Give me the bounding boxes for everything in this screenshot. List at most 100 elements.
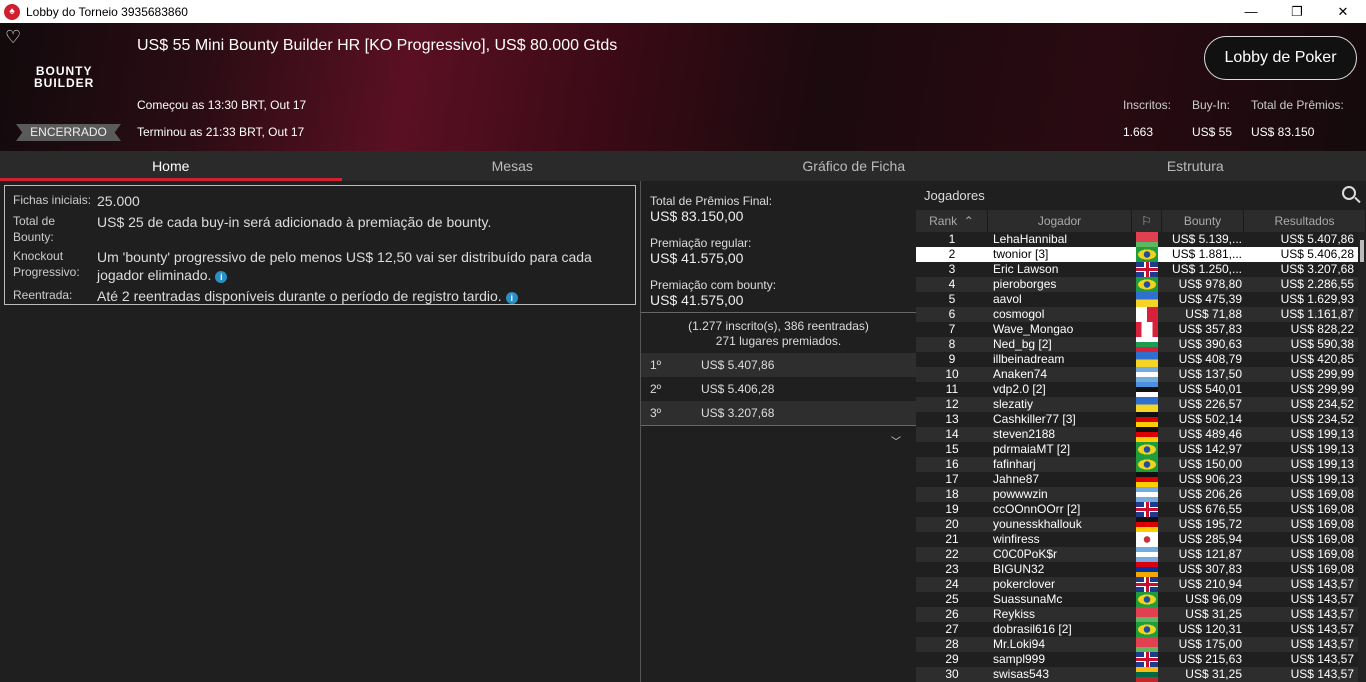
column-results[interactable]: Resultados [1244,210,1366,232]
player-name-cell: ccOOnnOOrr [2] [993,502,1081,516]
flag-br-icon [1136,457,1158,472]
rank-cell: 2 [948,247,956,261]
rank-cell: 8 [948,337,956,351]
table-row[interactable]: 20 younesskhallouk US$ 195,72 US$ 169,08 [916,517,1366,532]
rank-cell: 26 [945,607,959,621]
bounty-cell: US$ 150,00 [1178,457,1242,471]
info-value: 25.000 [97,193,140,209]
flag-br-icon [1136,247,1158,262]
bounty-cell: US$ 357,83 [1178,322,1242,336]
column-bounty[interactable]: Bounty [1162,210,1244,232]
search-icon[interactable] [1342,186,1356,200]
table-row[interactable]: 18 powwwzin US$ 206,26 US$ 169,08 [916,487,1366,502]
table-row[interactable]: 25 SuassunaMc US$ 96,09 US$ 143,57 [916,592,1366,607]
scrollbar[interactable] [1358,232,1366,682]
rank-cell: 30 [945,667,959,681]
window-title: Lobby do Torneio 3935683860 [26,4,188,19]
players-table-header: Rank ⌃ Jogador ⚐ Bounty Resultados [916,210,1366,232]
expand-chevron-icon[interactable]: ﹀ [891,433,901,448]
table-row[interactable]: 4 pieroborges US$ 978,80 US$ 2.286,55 [916,277,1366,292]
player-name-cell: Ned_bg [2] [993,337,1052,351]
flag-ar-icon [1136,487,1158,502]
result-cell: US$ 143,57 [1290,607,1354,621]
pokerstars-logo-icon: ♠ [4,3,20,20]
rank-cell: 15 [945,442,959,456]
status-badge: ENCERRADO [16,124,121,141]
tab-tables[interactable]: Mesas [342,151,684,181]
table-row[interactable]: 6 cosmogol US$ 71,88 US$ 1.161,87 [916,307,1366,322]
bounty-cell: US$ 137,50 [1178,367,1242,381]
table-row[interactable]: 24 pokerclover US$ 210,94 US$ 143,57 [916,577,1366,592]
table-row[interactable]: 11 vdp2.0 [2] US$ 540,01 US$ 299,99 [916,382,1366,397]
table-row[interactable]: 26 Reykiss US$ 31,25 US$ 143,57 [916,607,1366,622]
bounty-cell: US$ 676,55 [1178,502,1242,516]
table-row[interactable]: 28 Mr.Loki94 US$ 175,00 US$ 143,57 [916,637,1366,652]
table-row[interactable]: 2 twonior [3] US$ 1.881,... US$ 5.406,28 [916,247,1366,262]
table-row[interactable]: 9 illbeinadream US$ 408,79 US$ 420,85 [916,352,1366,367]
table-row[interactable]: 5 aavol US$ 475,39 US$ 1.629,93 [916,292,1366,307]
minimize-button[interactable]: — [1228,0,1274,23]
bounty-cell: US$ 31,25 [1185,667,1242,681]
table-row[interactable]: 10 Anaken74 US$ 137,50 US$ 299,99 [916,367,1366,382]
table-row[interactable]: 12 slezatiy US$ 226,57 US$ 234,52 [916,397,1366,412]
table-row[interactable]: 17 Jahne87 US$ 906,23 US$ 199,13 [916,472,1366,487]
bounty-prize-label: Premiação com bounty: [650,278,777,292]
table-row[interactable]: 8 Ned_bg [2] US$ 390,63 US$ 590,38 [916,337,1366,352]
result-cell: US$ 590,38 [1290,337,1354,351]
rank-cell: 6 [948,307,956,321]
flag-gb-icon [1136,577,1158,592]
table-row[interactable]: 27 dobrasil616 [2] US$ 120,31 US$ 143,57 [916,622,1366,637]
table-row[interactable]: 22 C0C0PoK$r US$ 121,87 US$ 169,08 [916,547,1366,562]
tab-chip-chart[interactable]: Gráfico de Ficha [683,151,1025,181]
tab-structure[interactable]: Estrutura [1025,151,1366,181]
table-row[interactable]: 29 sampl999 US$ 215,63 US$ 143,57 [916,652,1366,667]
rank-cell: 1 [948,232,956,246]
flag-column-icon[interactable]: ⚐ [1132,210,1162,232]
info-icon[interactable]: i [215,271,228,283]
close-button[interactable]: ✕ [1320,0,1366,23]
player-name-cell: BIGUN32 [993,562,1045,576]
info-key: Total de Bounty: [13,214,56,244]
column-player[interactable]: Jogador [988,210,1132,232]
stat-entrants: Inscritos: 1.663 [1123,98,1172,139]
flag-ua-icon [1136,352,1158,367]
tournament-title: US$ 55 Mini Bounty Builder HR [KO Progre… [137,37,618,54]
tab-home[interactable]: Home [0,151,342,181]
rank-cell: 9 [948,352,956,366]
prize-panel: Total de Prêmios Final: US$ 83.150,00 Pr… [640,181,916,682]
table-row[interactable]: 13 Cashkiller77 [3] US$ 502,14 US$ 234,5… [916,412,1366,427]
table-row[interactable]: 19 ccOOnnOOrr [2] US$ 676,55 US$ 169,08 [916,502,1366,517]
tournament-header: ♡ BOUNTY BUILDER ENCERRADO US$ 55 Mini Bo… [0,23,1366,151]
table-row[interactable]: 1 LehaHannibal US$ 5.139,... US$ 5.407,8… [916,232,1366,247]
rank-cell: 7 [948,322,956,336]
table-row[interactable]: 14 steven2188 US$ 489,46 US$ 199,13 [916,427,1366,442]
poker-lobby-button[interactable]: Lobby de Poker [1204,36,1357,80]
info-icon[interactable]: i [505,292,518,304]
bounty-cell: US$ 408,79 [1178,352,1242,366]
rank-cell: 29 [945,652,959,666]
result-cell: US$ 169,08 [1290,562,1354,576]
bounty-cell: US$ 71,88 [1185,307,1242,321]
table-row[interactable]: 21 winfiress US$ 285,94 US$ 169,08 [916,532,1366,547]
table-row[interactable]: 15 pdrmaiaMT [2] US$ 142,97 US$ 199,13 [916,442,1366,457]
flag-ca-icon [1136,322,1158,337]
table-row[interactable]: 23 BIGUN32 US$ 307,83 US$ 169,08 [916,562,1366,577]
payout-row: 2º US$ 5.406,28 [641,377,916,401]
bounty-cell: US$ 540,01 [1178,382,1242,396]
regular-prize-label: Premiação regular: [650,236,752,250]
bounty-cell: US$ 142,97 [1178,442,1242,456]
table-row[interactable]: 16 fafinharj US$ 150,00 US$ 199,13 [916,457,1366,472]
flag-br-icon [1136,592,1158,607]
table-row[interactable]: 3 Eric Lawson US$ 1.250,... US$ 3.207,68 [916,262,1366,277]
bounty-cell: US$ 1.881,... [1171,247,1242,261]
favorite-heart-icon[interactable]: ♡ [5,27,21,48]
column-rank[interactable]: Rank ⌃ [916,210,988,232]
bounty-cell: US$ 226,57 [1178,397,1242,411]
table-row[interactable]: 7 Wave_Mongao US$ 357,83 US$ 828,22 [916,322,1366,337]
tournament-info-box: Fichas iniciais: 25.000 Total de Bounty: U… [4,185,636,305]
player-name-cell: twonior [3] [993,247,1049,261]
result-cell: US$ 143,57 [1290,667,1354,681]
entries-summary: (1.277 inscrito(s), 386 reentradas) 271 l… [688,319,869,348]
maximize-button[interactable]: ❐ [1274,0,1320,23]
table-row[interactable]: 30 swisas543 US$ 31,25 US$ 143,57 [916,667,1366,682]
